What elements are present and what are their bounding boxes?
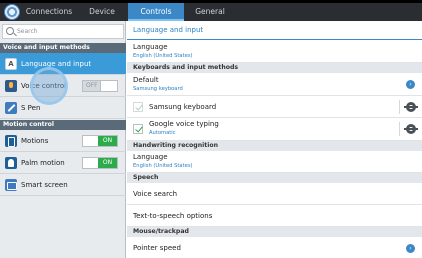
tab-general[interactable]: General — [184, 3, 236, 21]
page-title: Language and input — [127, 21, 422, 40]
voice-control-toggle[interactable]: OFF — [82, 80, 118, 92]
palm-icon — [5, 157, 17, 169]
setting-google-voice-typing[interactable]: Google voice typing Automatic — [127, 118, 422, 141]
microphone-icon — [5, 80, 17, 92]
search-box[interactable] — [2, 24, 124, 39]
setting-text-to-speech[interactable]: Text-to-speech options — [127, 205, 422, 227]
search-icon — [6, 27, 14, 35]
setting-title: Default — [133, 76, 159, 84]
toggle-state-label: OFF — [86, 82, 98, 89]
right-panel: Language and input Language English (Uni… — [127, 21, 422, 258]
section-header-mouse-trackpad: Mouse/trackpad — [127, 227, 422, 237]
sidebar-item-language-input[interactable]: A Language and input — [0, 53, 126, 75]
chevron-right-icon: › — [406, 244, 415, 253]
divider — [399, 100, 400, 114]
motions-toggle[interactable]: ON — [82, 135, 118, 147]
section-header-motion-control: Motion control — [0, 120, 126, 130]
google-voice-checkbox[interactable] — [133, 124, 143, 134]
setting-title: Voice search — [133, 190, 178, 198]
top-bar: Connections Device Controls General — [0, 3, 422, 21]
setting-subtitle: English (United States) — [133, 53, 193, 59]
touch-indicator — [30, 67, 68, 105]
tab-connections[interactable]: Connections — [22, 3, 76, 21]
setting-title: Text-to-speech options — [133, 212, 213, 220]
setting-subtitle: Automatic — [149, 130, 176, 136]
setting-default-keyboard[interactable]: Default Samsung keyboard › — [127, 73, 422, 96]
tab-controls[interactable]: Controls — [128, 3, 184, 21]
gear-icon[interactable] — [404, 102, 418, 112]
setting-subtitle: Samsung keyboard — [133, 86, 183, 92]
setting-title: Samsung keyboard — [149, 103, 217, 111]
setting-title: Language — [133, 43, 168, 51]
section-header-keyboards: Keyboards and input methods — [127, 63, 422, 73]
sidebar-item-smart-screen[interactable]: Smart screen — [0, 174, 126, 196]
setting-handwriting-language[interactable]: Language English (United States) — [127, 151, 422, 173]
language-a-icon: A — [5, 58, 17, 70]
sidebar-item-palm-motion[interactable]: Palm motion ON — [0, 152, 126, 174]
setting-subtitle: English (United States) — [133, 163, 193, 169]
setting-title: Language — [133, 153, 168, 161]
sidebar-item-motions[interactable]: Motions ON — [0, 130, 126, 152]
pen-icon — [5, 102, 17, 114]
setting-title: Pointer speed — [133, 244, 181, 252]
samsung-keyboard-checkbox[interactable] — [133, 102, 143, 112]
section-header-voice-input: Voice and input methods — [0, 43, 126, 53]
motion-phone-icon — [5, 135, 17, 147]
gear-icon[interactable] — [404, 124, 418, 134]
toggle-state-label: ON — [102, 137, 113, 144]
chevron-right-icon: › — [406, 80, 415, 89]
settings-gear-icon[interactable] — [4, 4, 20, 20]
setting-pointer-speed[interactable]: Pointer speed › — [127, 237, 422, 258]
toggle-knob — [100, 81, 117, 91]
left-panel: Voice and input methods A Language and i… — [0, 21, 126, 258]
sidebar-item-s-pen[interactable]: S Pen — [0, 97, 126, 119]
setting-voice-search[interactable]: Voice search — [127, 183, 422, 205]
setting-language[interactable]: Language English (United States) — [127, 40, 422, 63]
setting-title: Google voice typing — [149, 120, 219, 128]
palm-motion-toggle[interactable]: ON — [82, 157, 118, 169]
setting-samsung-keyboard[interactable]: Samsung keyboard — [127, 96, 422, 118]
divider — [399, 122, 400, 136]
section-header-speech: Speech — [127, 173, 422, 183]
sidebar-item-label: Motions — [21, 137, 49, 145]
sidebar-item-label: Palm motion — [21, 159, 65, 167]
smart-screen-icon — [5, 179, 17, 191]
section-header-handwriting: Handwriting recognition — [127, 141, 422, 151]
tab-device[interactable]: Device — [76, 3, 128, 21]
sidebar-item-label: Smart screen — [21, 181, 68, 189]
toggle-state-label: ON — [102, 159, 113, 166]
search-input[interactable] — [17, 26, 121, 37]
